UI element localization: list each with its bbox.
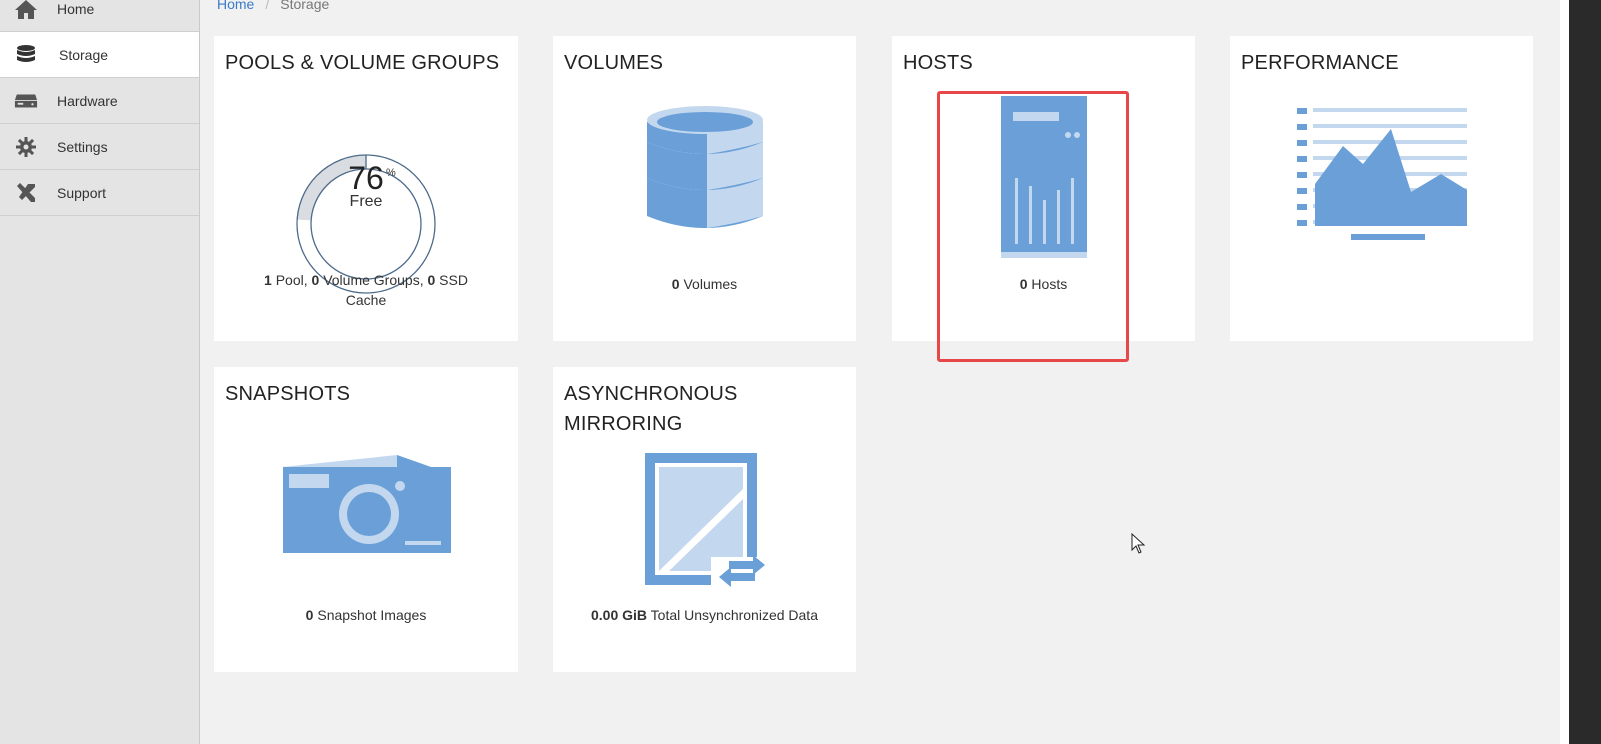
sidebar-item-label: Support [57,184,107,201]
gear-icon [14,136,38,158]
mouse-cursor-icon [1131,533,1146,554]
volume-label: Volumes [679,276,738,292]
sidebar-item-settings[interactable]: Settings [0,124,199,170]
mirroring-summary: 0.00 GiB Total Unsynchronized Data [553,605,856,625]
unsynchronized-amount: 0.00 GiB [591,607,648,623]
pool-label: Pool, [271,272,312,288]
snapshot-label: Snapshot Images [313,607,427,623]
percent-sign: % [386,167,396,179]
breadcrumb-current: Storage [280,0,330,12]
snapshots-summary: 0 Snapshot Images [214,605,518,625]
pools-summary: 1 Pool, 0 Volume Groups, 0 SSD Cache [214,270,518,310]
sidebar-item-hardware[interactable]: Hardware [0,78,199,124]
hardware-icon [14,90,38,112]
tile-title: SNAPSHOTS [225,383,351,405]
home-icon [14,0,38,20]
sidebar: Home Storage Hardware Settings Support [0,0,200,744]
highlight-box [937,91,1129,362]
tile-asynchronous-mirroring[interactable]: ASYNCHRONOUS MIRRORING 0.00 GiB Total Un… [553,367,856,672]
tile-snapshots[interactable]: SNAPSHOTS 0 Snapshot Images [214,367,518,672]
tile-performance[interactable]: PERFORMANCE [1230,36,1533,341]
database-icon [647,106,763,228]
tools-icon [14,182,38,204]
breadcrumb-separator: / [265,0,270,12]
camera-icon [283,455,451,553]
database-icon [14,44,38,66]
free-percent-value: 76 [348,160,384,196]
unsynchronized-label: Total Unsynchronized Data [647,607,818,623]
tile-title: PERFORMANCE [1241,52,1399,74]
main-content: Home / Storage POOLS & VOLUME GROUPS 76 % … [200,0,1560,744]
tile-pools-volume-groups[interactable]: POOLS & VOLUME GROUPS 76 % Free 1 Pool, … [214,36,518,341]
volume-group-label: Volume Groups, [319,272,428,288]
sidebar-item-label: Storage [59,46,109,63]
tile-volumes[interactable]: VOLUMES 0 Volumes [553,36,856,341]
free-label: Free [349,193,383,210]
window-edge [1560,0,1601,744]
breadcrumb: Home / Storage [217,0,329,12]
volumes-summary: 0 Volumes [553,274,856,294]
sidebar-item-home[interactable]: Home [0,0,199,32]
tile-title: VOLUMES [564,52,664,74]
mirror-sync-icon [645,453,767,587]
sidebar-item-label: Hardware [57,92,118,109]
scrollbar-track[interactable] [1560,0,1569,744]
tile-title: HOSTS [903,52,973,74]
sidebar-item-label: Home [57,0,95,17]
tile-title: ASYNCHRONOUS MIRRORING [564,383,738,435]
sidebar-item-support[interactable]: Support [0,170,199,216]
sidebar-item-label: Settings [57,138,108,155]
volume-count: 0 [671,276,680,292]
breadcrumb-home-link[interactable]: Home [217,0,254,12]
pool-count: 1 [264,272,272,288]
performance-chart-icon [1297,108,1467,240]
sidebar-item-storage[interactable]: Storage [0,32,199,78]
tile-title: POOLS & VOLUME GROUPS [225,52,500,74]
